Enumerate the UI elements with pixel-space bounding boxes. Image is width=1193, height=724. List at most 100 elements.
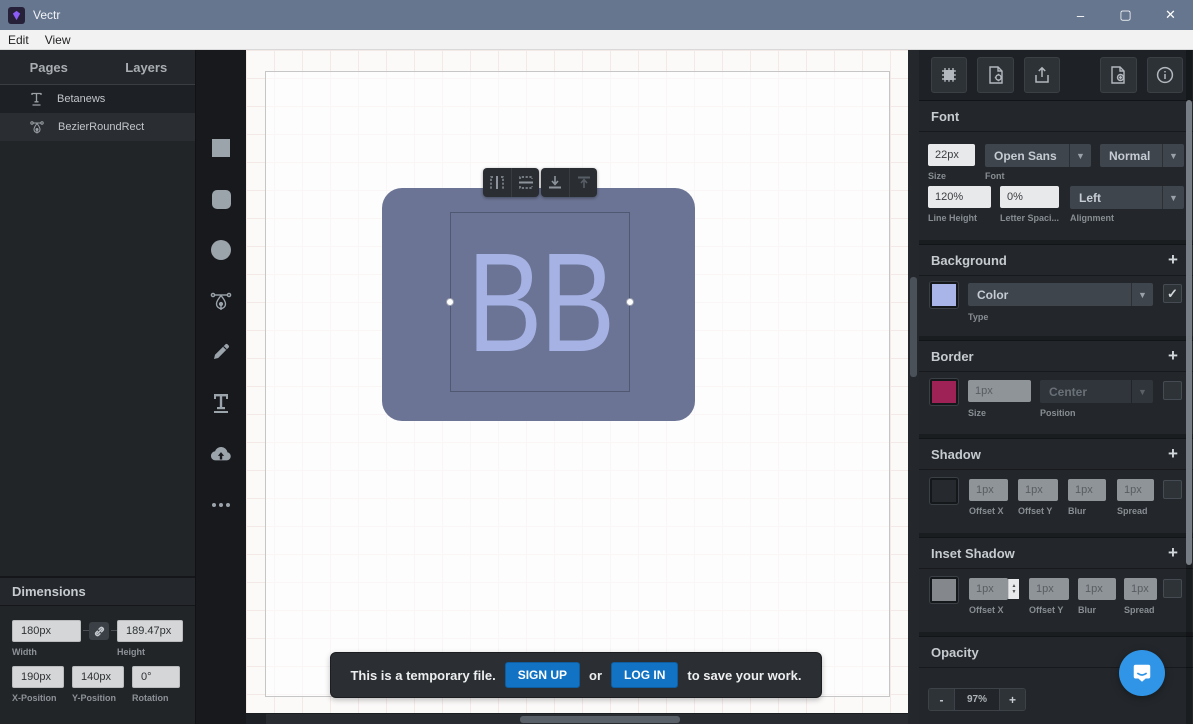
- menu-edit[interactable]: Edit: [8, 33, 29, 47]
- ellipse-tool-icon[interactable]: [210, 239, 232, 261]
- add-inset-shadow-button[interactable]: [1165, 543, 1181, 563]
- link-dimensions-button[interactable]: [89, 622, 109, 640]
- rounded-rectangle-tool-icon[interactable]: [210, 188, 232, 210]
- align-horizontal-center-icon[interactable]: [483, 168, 511, 197]
- vertical-scrollbar-thumb[interactable]: [910, 277, 917, 377]
- menu-view[interactable]: View: [45, 33, 71, 47]
- dimensions-body: Width Height X-Position Y-Position Rotat…: [0, 606, 195, 724]
- shadow-section-title: Shadow: [931, 446, 981, 462]
- opacity-increase-button[interactable]: +: [1000, 689, 1025, 710]
- horizontal-scrollbar-thumb[interactable]: [520, 716, 680, 723]
- text-layer-icon: [30, 92, 43, 106]
- font-size-field[interactable]: [928, 144, 975, 166]
- add-page-icon[interactable]: [1100, 57, 1137, 93]
- vertical-scrollbar[interactable]: [908, 50, 919, 724]
- rectangle-tool-icon[interactable]: [210, 137, 232, 159]
- export-icon[interactable]: [1023, 57, 1061, 93]
- rotation-field[interactable]: [132, 666, 180, 688]
- selection-toolbar-align: [483, 168, 539, 197]
- height-field[interactable]: [117, 620, 183, 642]
- stepper-arrows-icon[interactable]: [1008, 579, 1019, 599]
- bezier-round-rect-shape[interactable]: BB: [382, 188, 695, 421]
- shadow-enabled-checkbox[interactable]: [1163, 480, 1182, 499]
- background-color-swatch[interactable]: [930, 282, 958, 308]
- add-shadow-button[interactable]: [1165, 444, 1181, 464]
- shadow-spread-field[interactable]: [1117, 479, 1154, 501]
- inset-shadow-spread-field[interactable]: [1124, 578, 1157, 600]
- x-position-field[interactable]: [12, 666, 64, 688]
- page-settings-icon[interactable]: [977, 57, 1014, 93]
- line-height-field[interactable]: [928, 186, 991, 208]
- canvas-text[interactable]: BB: [467, 231, 615, 373]
- inset-shadow-color-swatch[interactable]: [930, 577, 958, 603]
- font-section-title: Font: [931, 108, 960, 124]
- background-enabled-checkbox[interactable]: [1163, 284, 1182, 303]
- shadow-offset-x-label: Offset X: [969, 506, 1004, 516]
- inset-shadow-enabled-checkbox[interactable]: [1163, 579, 1182, 598]
- chat-bubble-button[interactable]: [1119, 650, 1165, 696]
- align-vertical-center-icon[interactable]: [511, 168, 539, 197]
- shadow-offset-y-label: Offset Y: [1018, 506, 1053, 516]
- layer-row-betanews[interactable]: Betanews: [0, 85, 195, 113]
- canvas-area[interactable]: BB This is a temporary file. SIGN UP or …: [246, 50, 908, 724]
- border-section: Border Center Size Position: [919, 340, 1193, 434]
- border-position-dropdown[interactable]: Center: [1040, 380, 1153, 403]
- shadow-offset-y-field[interactable]: [1018, 479, 1058, 501]
- layer-label: BezierRoundRect: [58, 121, 145, 133]
- panel-scrollbar-thumb[interactable]: [1186, 100, 1192, 565]
- background-type-dropdown[interactable]: Color: [968, 283, 1153, 306]
- shadow-offset-x-field[interactable]: [969, 479, 1008, 501]
- text-tool-icon[interactable]: [210, 392, 232, 414]
- border-size-label: Size: [968, 408, 987, 418]
- border-size-field[interactable]: [968, 380, 1031, 402]
- tab-pages[interactable]: Pages: [0, 50, 98, 84]
- letter-spacing-label: Letter Spaci...: [1000, 213, 1060, 223]
- shadow-blur-field[interactable]: [1068, 479, 1106, 501]
- text-selection-box[interactable]: BB: [446, 212, 634, 392]
- opacity-decrease-button[interactable]: -: [929, 689, 954, 710]
- inset-shadow-offset-y-field[interactable]: [1029, 578, 1069, 600]
- panel-icon-bar: [919, 50, 1193, 100]
- log-in-button[interactable]: LOG IN: [611, 662, 679, 688]
- panel-scrollbar[interactable]: [1186, 50, 1192, 724]
- y-position-label: Y-Position: [72, 693, 117, 703]
- banner-or: or: [589, 667, 603, 683]
- font-weight-dropdown[interactable]: Normal: [1100, 144, 1184, 167]
- y-position-field[interactable]: [72, 666, 124, 688]
- pencil-tool-icon[interactable]: [210, 341, 232, 363]
- chevron-down-icon: [1131, 380, 1153, 403]
- alignment-dropdown[interactable]: Left: [1070, 186, 1184, 209]
- tab-layers[interactable]: Layers: [98, 50, 196, 84]
- width-label: Width: [12, 647, 37, 657]
- inset-shadow-offset-x-label: Offset X: [969, 605, 1004, 615]
- send-to-back-icon[interactable]: [541, 168, 569, 197]
- add-background-button[interactable]: [1165, 250, 1181, 270]
- layer-row-bezierroundrect[interactable]: BezierRoundRect: [0, 113, 195, 141]
- bezier-pen-tool-icon[interactable]: [210, 290, 232, 312]
- sign-up-button[interactable]: SIGN UP: [504, 662, 581, 688]
- inset-shadow-offset-x-field[interactable]: [969, 578, 1008, 600]
- font-family-dropdown[interactable]: Open Sans: [985, 144, 1091, 167]
- border-color-swatch[interactable]: [930, 379, 958, 405]
- maximize-button[interactable]: ▢: [1103, 0, 1148, 30]
- inset-shadow-section-title: Inset Shadow: [931, 545, 1015, 561]
- layer-label: Betanews: [57, 93, 106, 105]
- shadow-color-swatch[interactable]: [930, 478, 958, 504]
- selection-handle-right[interactable]: [626, 298, 634, 306]
- horizontal-scrollbar[interactable]: [246, 713, 908, 724]
- letter-spacing-field[interactable]: [1000, 186, 1059, 208]
- banner-prefix: This is a temporary file.: [350, 667, 496, 683]
- add-border-button[interactable]: [1165, 346, 1181, 366]
- more-tools-icon[interactable]: [210, 494, 232, 516]
- minimize-button[interactable]: –: [1058, 0, 1103, 30]
- cloud-upload-icon[interactable]: [210, 443, 232, 465]
- info-icon[interactable]: [1146, 57, 1184, 93]
- snap-grid-icon[interactable]: [931, 57, 968, 93]
- selection-handle-left[interactable]: [446, 298, 454, 306]
- border-enabled-checkbox[interactable]: [1163, 381, 1182, 400]
- close-button[interactable]: ✕: [1148, 0, 1193, 30]
- chevron-down-icon: [1131, 283, 1153, 306]
- inset-shadow-blur-field[interactable]: [1078, 578, 1116, 600]
- bring-to-front-icon[interactable]: [569, 168, 597, 197]
- width-field[interactable]: [12, 620, 81, 642]
